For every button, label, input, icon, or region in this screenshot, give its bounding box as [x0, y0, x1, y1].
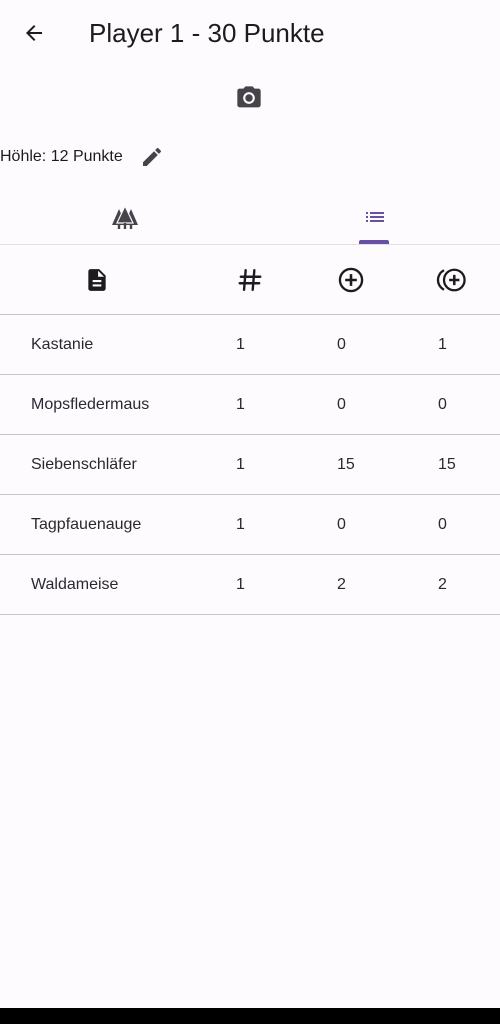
back-button[interactable] [14, 13, 54, 53]
edit-button[interactable] [137, 142, 167, 172]
plus-circle-icon [338, 267, 364, 293]
card-name: Mopsfledermaus [31, 396, 150, 413]
table-header [0, 246, 500, 315]
tab-list[interactable] [250, 190, 500, 244]
column-total-header [435, 263, 469, 297]
card-name: Kastanie [31, 336, 94, 353]
cave-score-row: Höhle: 12 Punkte [0, 140, 167, 174]
plus-circle-multiple-icon [436, 268, 466, 292]
card-count: 1 [236, 516, 245, 533]
trees-icon [112, 204, 138, 229]
camera-button[interactable] [229, 78, 269, 118]
card-total: 0 [438, 516, 447, 533]
table-row[interactable]: Siebenschläfer 1 15 15 [0, 435, 500, 495]
card-points: 0 [337, 336, 346, 353]
arrow-back-icon [26, 25, 42, 41]
card-count: 1 [236, 336, 245, 353]
hash-icon [238, 269, 262, 291]
column-plus-header [334, 263, 368, 297]
system-navigation-bar [0, 1008, 500, 1024]
card-table: Kastanie 1 0 1 Mopsfledermaus 1 0 0 Sieb… [0, 315, 500, 615]
column-count-header [233, 263, 267, 297]
card-name: Waldameise [31, 576, 119, 593]
card-total: 2 [438, 576, 447, 593]
card-name: Siebenschläfer [31, 456, 137, 473]
tab-bar [0, 190, 500, 245]
document-icon [88, 269, 106, 291]
edit-pencil-icon [142, 147, 161, 166]
app-bar: Player 1 - 30 Punkte [0, 0, 500, 66]
card-points: 15 [337, 456, 355, 473]
column-name-header [80, 263, 114, 297]
card-total: 1 [438, 336, 447, 353]
page-title: Player 1 - 30 Punkte [89, 18, 325, 48]
camera-icon [237, 86, 261, 108]
card-points: 0 [337, 516, 346, 533]
tab-indicator [359, 240, 389, 244]
list-icon [366, 212, 384, 222]
table-row[interactable]: Mopsfledermaus 1 0 0 [0, 375, 500, 435]
card-count: 1 [236, 576, 245, 593]
card-total: 0 [438, 396, 447, 413]
card-total: 15 [438, 456, 456, 473]
card-count: 1 [236, 396, 245, 413]
card-points: 2 [337, 576, 346, 593]
card-points: 0 [337, 396, 346, 413]
table-row[interactable]: Tagpfauenauge 1 0 0 [0, 495, 500, 555]
card-name: Tagpfauenauge [31, 516, 142, 533]
table-row[interactable]: Waldameise 1 2 2 [0, 555, 500, 615]
card-count: 1 [236, 456, 245, 473]
app-screen: Player 1 - 30 Punkte Höhle: 12 Punkte Ka… [0, 0, 500, 1008]
cave-score-label: Höhle: 12 Punkte [0, 148, 123, 165]
tab-trees[interactable] [0, 190, 250, 244]
table-row[interactable]: Kastanie 1 0 1 [0, 315, 500, 375]
